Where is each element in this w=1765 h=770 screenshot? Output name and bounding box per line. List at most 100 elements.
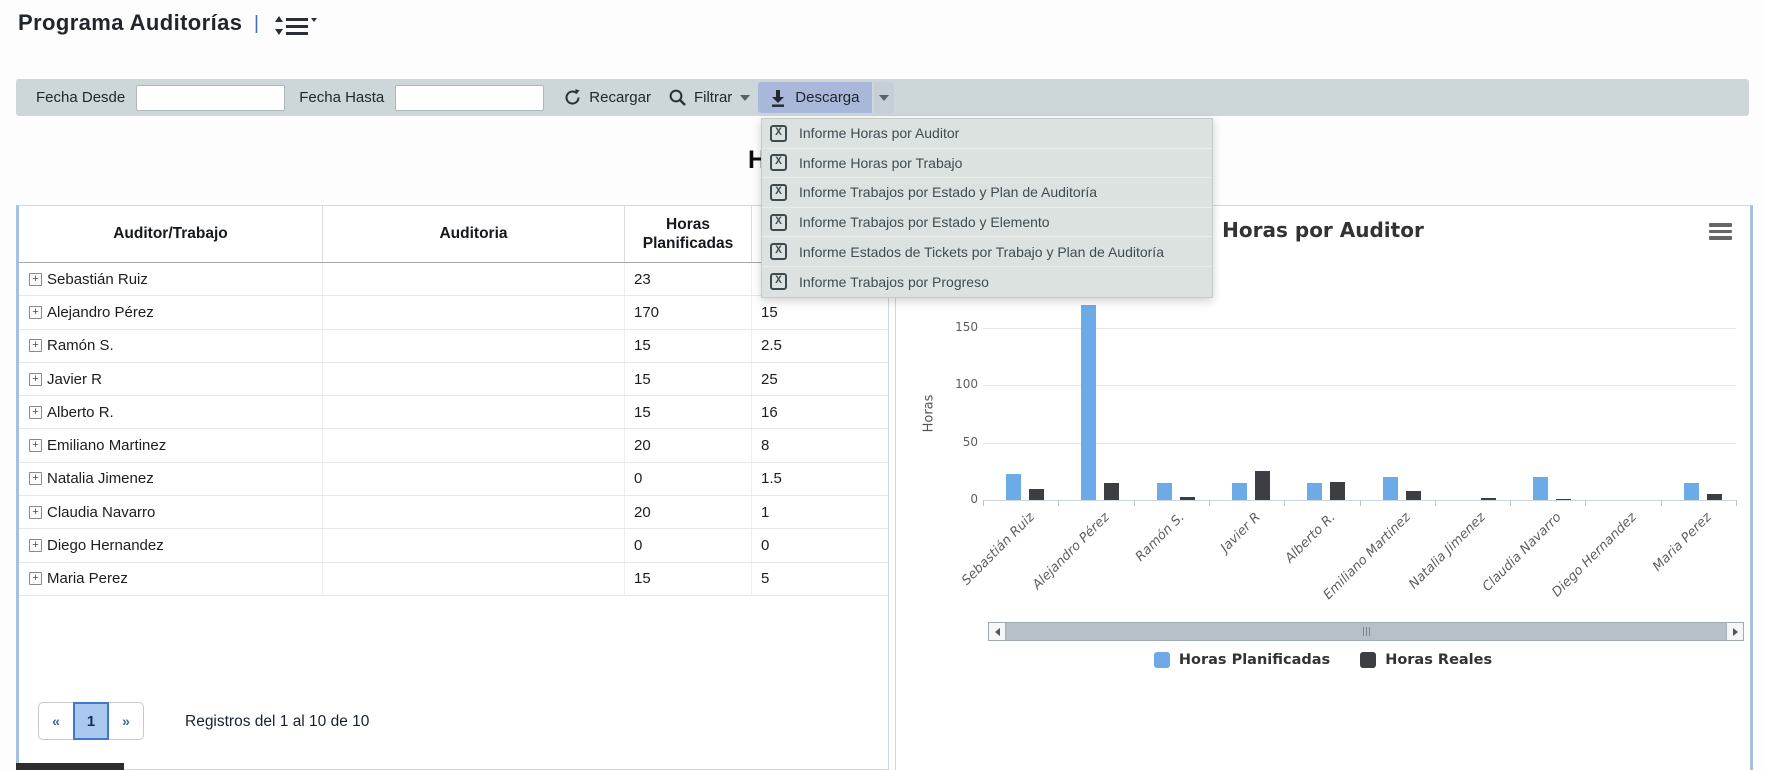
cell-horas-planificadas: 15 — [625, 363, 752, 395]
table-body: +Sebastián Ruiz2310+Alejandro Pérez17015… — [19, 263, 888, 596]
expand-row-icon[interactable]: + — [29, 406, 42, 419]
filtrar-button[interactable]: Filtrar — [668, 88, 750, 107]
table-row[interactable]: +Alberto R.1516 — [19, 396, 888, 429]
expand-row-icon[interactable]: + — [29, 572, 42, 585]
recargar-label: Recargar — [589, 89, 651, 106]
table-row[interactable]: +Alejandro Pérez17015 — [19, 296, 888, 329]
excel-file-icon: X — [770, 214, 787, 231]
scrollbar-track[interactable] — [1006, 623, 1726, 640]
column-header-horas-planificadas[interactable]: Horas Planificadas — [625, 206, 752, 262]
bar-planificadas-1 — [1081, 305, 1096, 500]
cell-auditoria — [323, 263, 625, 295]
x-axis-tick — [1284, 500, 1285, 506]
menu-item-label: Informe Trabajos por Estado y Elemento — [799, 214, 1050, 230]
cell-horas-planificadas: 15 — [625, 396, 752, 428]
x-category-label: Sebastián Ruiz — [914, 510, 1038, 634]
scrollbar-right-arrow[interactable] — [1726, 623, 1743, 640]
bar-planificadas-7 — [1533, 477, 1548, 500]
menu-item-2[interactable]: XInforme Trabajos por Estado y Plan de A… — [762, 178, 1212, 208]
cell-auditor-name: + Diego Hernandez — [19, 529, 323, 561]
table-row[interactable]: +Maria Perez155 — [19, 563, 888, 596]
sort-list-icon[interactable] — [272, 13, 318, 39]
descarga-caret-button[interactable] — [874, 82, 894, 113]
legend-swatch — [1360, 652, 1376, 668]
column-header-auditoria[interactable]: Auditoria — [323, 206, 625, 262]
filtrar-label: Filtrar — [694, 89, 732, 106]
descarga-dropdown-menu: XInforme Horas por AuditorXInforme Horas… — [761, 118, 1213, 298]
expand-row-icon[interactable]: + — [29, 306, 42, 319]
title-separator: | — [254, 13, 259, 35]
expand-row-icon[interactable]: + — [29, 472, 42, 485]
bar-planificadas-9 — [1684, 483, 1699, 500]
menu-item-label: Informe Horas por Trabajo — [799, 155, 962, 171]
auditor-name: Natalia Jimenez — [47, 470, 154, 487]
y-tick-label: 150 — [934, 320, 978, 334]
expand-row-icon[interactable]: + — [29, 539, 42, 552]
menu-item-0[interactable]: XInforme Horas por Auditor — [762, 119, 1212, 149]
expand-row-icon[interactable]: + — [29, 373, 42, 386]
cell-auditoria — [323, 429, 625, 461]
records-summary: Registros del 1 al 10 de 10 — [185, 713, 369, 731]
descarga-button[interactable]: Descarga — [758, 82, 871, 113]
expand-row-icon[interactable]: + — [29, 273, 42, 286]
expand-row-icon[interactable]: + — [29, 506, 42, 519]
descarga-button-group: Descarga — [758, 82, 893, 113]
cell-horas-reales: 2.5 — [752, 330, 886, 362]
page-title: Programa Auditorías — [18, 10, 242, 36]
cell-auditoria — [323, 330, 625, 362]
cell-horas-planificadas: 15 — [625, 563, 752, 595]
auditor-name: Claudia Navarro — [47, 504, 155, 521]
menu-item-1[interactable]: XInforme Horas por Trabajo — [762, 149, 1212, 179]
menu-item-5[interactable]: XInforme Trabajos por Progreso — [762, 267, 1212, 297]
y-tick-label: 50 — [934, 435, 978, 449]
scrollbar-grip[interactable] — [1363, 627, 1370, 636]
cell-auditor-name: + Claudia Navarro — [19, 496, 323, 528]
table-row[interactable]: +Javier R1525 — [19, 363, 888, 396]
column-header-auditor-trabajo[interactable]: Auditor/Trabajo — [19, 206, 323, 262]
filtrar-caret-icon[interactable] — [740, 95, 750, 101]
pagination-page-1[interactable]: 1 — [73, 702, 109, 740]
menu-item-3[interactable]: X Informe Trabajos por Estado y Elemento — [762, 208, 1212, 238]
menu-item-label: Informe Horas por Auditor — [799, 125, 959, 141]
pagination-next-button[interactable]: » — [108, 702, 144, 740]
table-row[interactable]: +Ramón S.152.5 — [19, 330, 888, 363]
search-icon — [668, 88, 687, 107]
caret-down-icon — [311, 18, 317, 22]
expand-row-icon[interactable]: + — [29, 439, 42, 452]
table-row[interactable]: +Natalia Jimenez01.5 — [19, 463, 888, 496]
cell-horas-planificadas: 23 — [625, 263, 752, 295]
bar-planificadas-3 — [1232, 483, 1247, 500]
legend-swatch — [1154, 652, 1170, 668]
cell-horas-planificadas: 20 — [625, 496, 752, 528]
cell-horas-planificadas: 0 — [625, 463, 752, 495]
y-tick-label: 100 — [934, 377, 978, 391]
auditor-name: Diego Hernandez — [47, 537, 164, 554]
bar-reales-4 — [1330, 482, 1345, 500]
legend-item-0[interactable]: Horas Planificadas — [1154, 652, 1330, 668]
table-row[interactable]: +Diego Hernandez00 — [19, 529, 888, 562]
cell-auditor-name: + Natalia Jimenez — [19, 463, 323, 495]
cell-auditoria — [323, 563, 625, 595]
recargar-button[interactable]: Recargar — [563, 88, 651, 107]
table-row[interactable]: +Sebastián Ruiz2310 — [19, 263, 888, 296]
menu-item-4[interactable]: XInforme Estados de Tickets por Trabajo … — [762, 237, 1212, 267]
bar-reales-1 — [1104, 483, 1119, 500]
cell-horas-reales: 5 — [752, 563, 886, 595]
chart-horizontal-scrollbar[interactable] — [988, 622, 1744, 641]
cell-horas-reales: 8 — [752, 429, 886, 461]
legend-label: Horas Planificadas — [1179, 652, 1330, 668]
pagination: « 1 » — [38, 702, 144, 740]
legend-item-1[interactable]: Horas Reales — [1360, 652, 1492, 668]
scrollbar-left-arrow[interactable] — [989, 623, 1006, 640]
bottom-dark-bar — [16, 763, 124, 770]
menu-item-label: Informe Estados de Tickets por Trabajo y… — [799, 244, 1164, 260]
bar-reales-6 — [1481, 498, 1496, 500]
x-axis-tick — [1360, 500, 1361, 506]
expand-row-icon[interactable]: + — [29, 339, 42, 352]
table-header-row: Auditor/Trabajo Auditoria Horas Planific… — [19, 206, 888, 263]
fecha-hasta-input[interactable] — [395, 85, 544, 111]
table-row[interactable]: +Claudia Navarro201 — [19, 496, 888, 529]
fecha-desde-input[interactable] — [136, 85, 285, 111]
table-row[interactable]: +Emiliano Martinez208 — [19, 429, 888, 462]
pagination-prev-button[interactable]: « — [38, 702, 74, 740]
